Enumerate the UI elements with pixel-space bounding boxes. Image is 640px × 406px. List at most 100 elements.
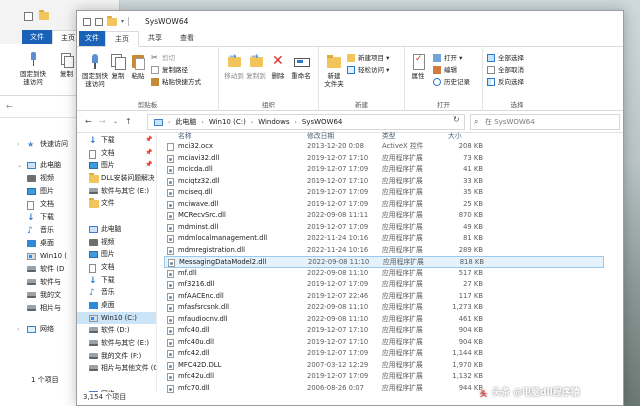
- paste-button[interactable]: 粘贴: [129, 53, 147, 80]
- title-bar[interactable]: ▾ SysWOW64: [77, 11, 623, 32]
- tab-view[interactable]: 查看: [171, 31, 203, 46]
- file-row[interactable]: MFC42D.DLL 2007-03-12 12:29 应用程序扩展 1,970 KB: [164, 360, 604, 372]
- file-row[interactable]: mf3216.dll 2019-12-07 17:09 应用程序扩展 27 KB: [164, 279, 604, 291]
- file-row[interactable]: mfasfsrcsnk.dll 2022-09-08 11:10 应用程序扩展 1,2…: [164, 302, 604, 314]
- breadcrumb-drive-c[interactable]: Win10 (C:): [209, 118, 246, 126]
- new-folder-quick-icon[interactable]: [107, 15, 117, 26]
- select-none-button[interactable]: 全部取消: [487, 65, 524, 75]
- file-row[interactable]: mciavi32.dll 2019-12-07 17:10 应用程序扩展 73 KB: [164, 153, 604, 165]
- back-arrow-icon[interactable]: ←: [6, 102, 13, 111]
- nav-drive-e-quick[interactable]: 软件与其它 (E:): [77, 185, 156, 198]
- back-arrow-icon[interactable]: ←: [85, 117, 92, 126]
- copy-path-button[interactable]: 复制路径: [151, 65, 188, 75]
- file-row[interactable]: mciwave.dll 2019-12-07 17:09 应用程序扩展 25 KB: [164, 199, 604, 211]
- cut-button[interactable]: ✂ 剪切: [151, 53, 175, 63]
- easy-access-button[interactable]: 轻松访问 ▾: [347, 65, 389, 75]
- invert-selection-button[interactable]: 反向选择: [487, 77, 524, 87]
- file-row[interactable]: mci32.ocx 2013-12-20 0:08 ActiveX 控件 208 KB: [164, 141, 604, 153]
- search-box[interactable]: ⌕ 在 SysWOW64: [470, 114, 620, 130]
- file-row[interactable]: mciqtz32.dll 2019-12-07 17:10 应用程序扩展 33 KB: [164, 176, 604, 188]
- column-header-date[interactable]: 修改日期: [307, 130, 334, 140]
- history-button[interactable]: 历史记录: [433, 77, 470, 87]
- up-arrow-icon[interactable]: ↑: [125, 117, 132, 126]
- file-row[interactable]: mdminst.dll 2019-12-07 17:09 应用程序扩展 49 KB: [164, 222, 604, 234]
- properties-button[interactable]: 属性: [409, 53, 427, 80]
- address-bar[interactable]: › 此电脑 › Win10 (C:) › Windows › SysWOW64: [147, 114, 465, 130]
- breadcrumb-syswow64[interactable]: SysWOW64: [302, 118, 343, 126]
- file-row[interactable]: mfaudiocnv.dll 2022-09-08 11:10 应用程序扩展 461 …: [164, 314, 604, 326]
- undo-quick-icon[interactable]: [95, 17, 103, 26]
- tab-share[interactable]: 共享: [139, 31, 171, 46]
- pin-to-quick-access-button[interactable]: 固定到快 速访问: [81, 53, 109, 88]
- bg-copy-button[interactable]: 复制: [60, 52, 74, 78]
- column-header-size[interactable]: 大小: [448, 130, 462, 140]
- forward-arrow-icon[interactable]: →: [99, 117, 106, 126]
- open-button[interactable]: 打开 ▾: [433, 53, 462, 63]
- breadcrumb-windows[interactable]: Windows: [258, 118, 289, 126]
- nav-drive-g[interactable]: 相片与其他文件 (G: [77, 362, 156, 375]
- nav-downloads[interactable]: ↓ 下载: [77, 274, 156, 287]
- nav-dll-folder[interactable]: DLL安装问题解决: [77, 172, 156, 185]
- file-row[interactable]: mcicda.dll 2019-12-07 17:09 应用程序扩展 41 KB: [164, 164, 604, 176]
- chevron-right-icon[interactable]: ›: [17, 138, 19, 151]
- file-row[interactable]: mfc42.dll 2019-12-07 17:09 应用程序扩展 1,144 KB: [164, 348, 604, 360]
- paste-shortcut-button[interactable]: 粘贴快捷方式: [151, 77, 201, 87]
- edit-button[interactable]: 编辑: [433, 65, 457, 75]
- explorer-window[interactable]: ▾ SysWOW64 文件 主页 共享 查看 固定到快 速访问 复制 粘贴 ✂ …: [76, 10, 624, 406]
- picture-icon: [27, 188, 36, 195]
- dll-file-icon: [167, 315, 174, 324]
- file-row[interactable]: mdmregistration.dll 2022-11-24 10:16 应用程序扩…: [164, 245, 604, 257]
- new-folder-button[interactable]: 新建 文件夹: [323, 53, 345, 88]
- properties-quick-icon[interactable]: [83, 17, 91, 26]
- new-folder-icon: [326, 53, 342, 69]
- nav-this-pc[interactable]: 此电脑: [77, 223, 156, 236]
- bg-pin-quick-access-button[interactable]: 固定到快 速访问: [20, 52, 46, 86]
- nav-music[interactable]: ♪ 音乐: [77, 286, 156, 299]
- nav-files-folder[interactable]: 文件: [77, 197, 156, 210]
- column-header-type[interactable]: 类型: [382, 130, 396, 140]
- copy-button[interactable]: 复制: [109, 53, 127, 80]
- tab-home[interactable]: 主页: [105, 31, 139, 47]
- edit-icon: [433, 66, 441, 74]
- file-row[interactable]: mfc40.dll 2019-12-07 17:10 应用程序扩展 904 KB: [164, 325, 604, 337]
- chevron-right-icon[interactable]: ›: [17, 323, 19, 336]
- nav-drive-e[interactable]: 软件与其它 (E:): [77, 337, 156, 350]
- chevron-down-icon[interactable]: ⌄: [17, 159, 22, 172]
- nav-pictures[interactable]: 图片: [77, 248, 156, 261]
- file-row[interactable]: MCRecvSrc.dll 2022-09-08 11:11 应用程序扩展 870 K…: [164, 210, 604, 222]
- nav-downloads-pinned[interactable]: ↓ 下载 📌: [77, 134, 156, 147]
- delete-button[interactable]: 删除: [269, 53, 287, 80]
- nav-documents-pinned[interactable]: 文档 📌: [77, 147, 156, 160]
- file-row[interactable]: mfc42u.dll 2019-12-07 17:09 应用程序扩展 1,132 KB: [164, 371, 604, 383]
- rename-button[interactable]: 重命名: [289, 53, 313, 80]
- tab-file[interactable]: 文件: [79, 31, 105, 46]
- refresh-icon[interactable]: ↻: [453, 115, 460, 124]
- recent-chevron-icon[interactable]: ⌄: [113, 118, 118, 125]
- nav-drive-d[interactable]: 软件 (D:): [77, 324, 156, 337]
- bg-tab-file[interactable]: 文件: [22, 30, 52, 44]
- file-row[interactable]: mfc40u.dll 2019-12-07 17:10 应用程序扩展 904 KB: [164, 337, 604, 349]
- file-row[interactable]: mdmlocalmanagement.dll 2022-11-24 10:16 应用…: [164, 233, 604, 245]
- file-row[interactable]: mfAACEnc.dll 2019-12-07 22:46 应用程序扩展 117 KB: [164, 291, 604, 303]
- nav-drive-f[interactable]: 我的文件 (F:): [77, 350, 156, 363]
- breadcrumb-this-pc[interactable]: 此电脑: [175, 117, 196, 127]
- breadcrumb-separator-icon[interactable]: ›: [168, 119, 170, 126]
- bg-quick-access-icon[interactable]: [24, 12, 33, 21]
- nav-drive-c[interactable]: Win10 (C:): [77, 311, 156, 325]
- chevron-down-icon[interactable]: ▾: [121, 18, 124, 25]
- nav-videos[interactable]: 视频: [77, 236, 156, 249]
- breadcrumb-separator-icon[interactable]: ›: [201, 119, 203, 126]
- breadcrumb-separator-icon[interactable]: ›: [294, 119, 296, 126]
- breadcrumb-separator-icon[interactable]: ›: [251, 119, 253, 126]
- select-all-button[interactable]: 全部选择: [487, 53, 524, 63]
- nav-documents[interactable]: 文档: [77, 261, 156, 274]
- file-row[interactable]: mciseq.dll 2019-12-07 17:09 应用程序扩展 35 KB: [164, 187, 604, 199]
- column-header-name[interactable]: 名称: [178, 130, 192, 140]
- new-item-button[interactable]: 新建项目 ▾: [347, 53, 389, 63]
- nav-desktop[interactable]: 桌面: [77, 299, 156, 312]
- copy-to-button[interactable]: 复制到: [245, 53, 267, 80]
- move-to-button[interactable]: 移动到: [223, 53, 245, 80]
- nav-pictures-pinned[interactable]: 图片 📌: [77, 159, 156, 172]
- file-row[interactable]: MessagingDataModel2.dll 2022-09-08 11:10 应…: [164, 256, 604, 268]
- file-row[interactable]: mf.dll 2022-09-08 11:10 应用程序扩展 517 KB: [164, 268, 604, 280]
